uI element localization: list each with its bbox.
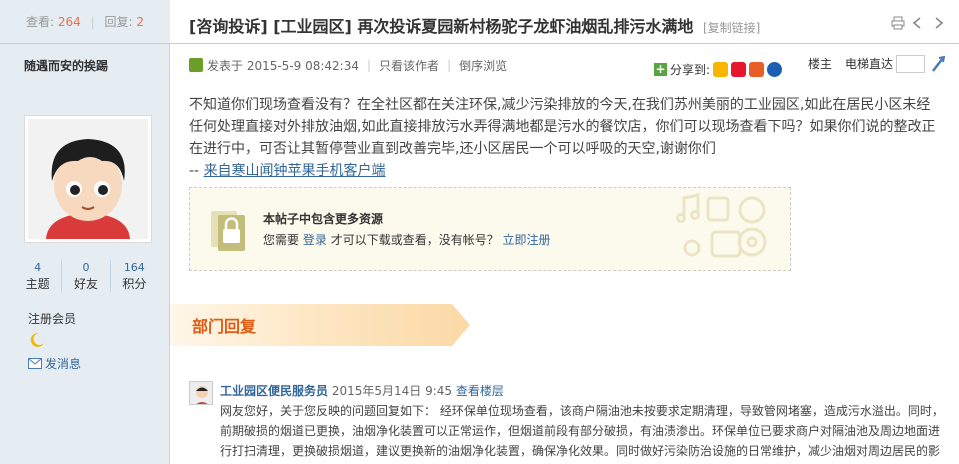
- post-content: 不知道你们现场查看没有？在全社区都在关注环保,减少污染排放的今天,在我们苏州美丽…: [189, 94, 941, 182]
- views-count: 264: [57, 15, 81, 29]
- go-arrow-icon[interactable]: [930, 55, 946, 73]
- tencent-weibo-icon[interactable]: [749, 62, 765, 77]
- dept-avatar-icon: [190, 382, 212, 404]
- post-main: [咨询投诉] [工业园区] 再次投诉夏园新村杨驼子龙虾油烟乱排污水满地 [复制链…: [170, 0, 959, 464]
- user-group: 注册会员: [28, 312, 77, 326]
- stat-threads-label: 主题: [25, 277, 50, 291]
- locked-message: 您需要 登录 才可以下载或查看，没有帐号？ 立即注册: [263, 231, 551, 248]
- thread-title: [咨询投诉] [工业园区] 再次投诉夏园新村杨驼子龙虾油烟乱排污水满地 [复制链…: [189, 13, 760, 37]
- share-label: 分享到:: [670, 63, 711, 77]
- replies-count: 2: [136, 15, 144, 29]
- replies-label: 回复:: [104, 15, 133, 29]
- share-plus-icon[interactable]: +: [654, 63, 667, 76]
- stat-threads[interactable]: 4 主题: [14, 260, 61, 292]
- stat-points[interactable]: 164 积分: [109, 260, 158, 292]
- stat-friends-value: 0: [82, 261, 90, 274]
- author-stats: 4 主题 0 好友 164 积分: [14, 260, 158, 292]
- post-meta: 发表于 2015-5-9 08:42:34 | 只看该作者 | 倒序浏览: [189, 57, 507, 73]
- stats-divider: |: [90, 15, 95, 29]
- envelope-icon: [28, 358, 42, 369]
- avatar[interactable]: [24, 115, 152, 243]
- dept-reply-header: 工业园区便民服务员 2015年5月14日 9:45 查看楼层: [220, 382, 504, 399]
- thread-tools: [891, 16, 945, 30]
- online-status-icon: [189, 58, 203, 72]
- next-thread-icon[interactable]: [931, 16, 945, 30]
- dept-reply-body: 网友您好，关于您反映的问题回复如下： 经环保单位现场查看，该商户隔油池未按要求定…: [220, 404, 944, 458]
- floor-jump-input[interactable]: [896, 55, 925, 73]
- author-name[interactable]: 随遇而安的挨踢: [24, 57, 108, 74]
- view-floor-link[interactable]: 查看楼层: [456, 384, 504, 398]
- thread-title-text: [咨询投诉] [工业园区] 再次投诉夏园新村杨驼子龙虾油烟乱排污水满地: [189, 17, 694, 36]
- meta-divider: |: [367, 58, 372, 72]
- client-source-link[interactable]: 来自寒山闻钟苹果手机客户端: [204, 163, 386, 179]
- media-decoration-icon: [676, 193, 767, 258]
- share-bar: + 分享到:: [654, 61, 783, 78]
- post-time: 发表于 2015-5-9 08:42:34: [207, 58, 359, 73]
- register-link[interactable]: 立即注册: [503, 233, 551, 247]
- login-link[interactable]: 登录: [303, 233, 327, 247]
- stat-points-label: 积分: [122, 277, 147, 291]
- meta-divider: |: [447, 58, 452, 72]
- stat-friends-label: 好友: [73, 277, 98, 291]
- post-body-text: 不知道你们现场查看没有？在全社区都在关注环保,减少污染排放的今天,在我们苏州美丽…: [189, 97, 936, 157]
- send-message-link[interactable]: 发消息: [28, 355, 81, 372]
- floor-jump-label: 电梯直达: [845, 57, 894, 71]
- locked-title: 本帖子中包含更多资源: [263, 212, 384, 226]
- avatar-cartoon-icon: [28, 119, 148, 239]
- floor-owner-label: 楼主: [808, 57, 833, 71]
- thread-title-bar: [咨询投诉] [工业园区] 再次投诉夏园新村杨驼子龙虾油烟乱排污水满地 [复制链…: [170, 0, 959, 44]
- locked-file-icon: [211, 211, 245, 251]
- previous-thread-icon[interactable]: [911, 16, 925, 30]
- reverse-order-link[interactable]: 倒序浏览: [459, 57, 507, 74]
- renren-icon[interactable]: [767, 62, 783, 77]
- post-source: -- 来自寒山闻钟苹果手机客户端: [189, 160, 941, 182]
- views-label: 查看:: [26, 15, 55, 29]
- stat-friends[interactable]: 0 好友: [61, 260, 109, 292]
- send-message-label: 发消息: [45, 357, 82, 371]
- stat-points-value: 164: [123, 261, 145, 274]
- weibo-icon[interactable]: [731, 62, 747, 77]
- locked-attachment-notice: 本帖子中包含更多资源 您需要 登录 才可以下载或查看，没有帐号？ 立即注册: [189, 187, 791, 271]
- locked-mid: 才可以下载或查看，没有帐号？: [330, 233, 499, 247]
- print-icon[interactable]: [891, 16, 905, 30]
- source-prefix: --: [189, 163, 204, 179]
- qzone-icon[interactable]: [713, 62, 729, 77]
- locked-need: 您需要: [263, 233, 300, 247]
- moon-rank-icon: [30, 332, 44, 347]
- only-author-link[interactable]: 只看该作者: [379, 57, 439, 74]
- author-sidebar: 查看: 264 | 回复: 2 随遇而安的挨踢 4 主题 0 好友 164 积分…: [0, 0, 170, 464]
- dept-avatar[interactable]: [189, 381, 213, 405]
- copy-link[interactable]: [复制链接]: [703, 21, 760, 35]
- stat-threads-value: 4: [34, 261, 42, 274]
- view-reply-stats: 查看: 264 | 回复: 2: [0, 0, 170, 44]
- dept-reply-title: 部门回复: [192, 317, 257, 336]
- dept-reply-date: 2015年5月14日 9:45: [331, 384, 453, 398]
- dept-name[interactable]: 工业园区便民服务员: [220, 384, 328, 398]
